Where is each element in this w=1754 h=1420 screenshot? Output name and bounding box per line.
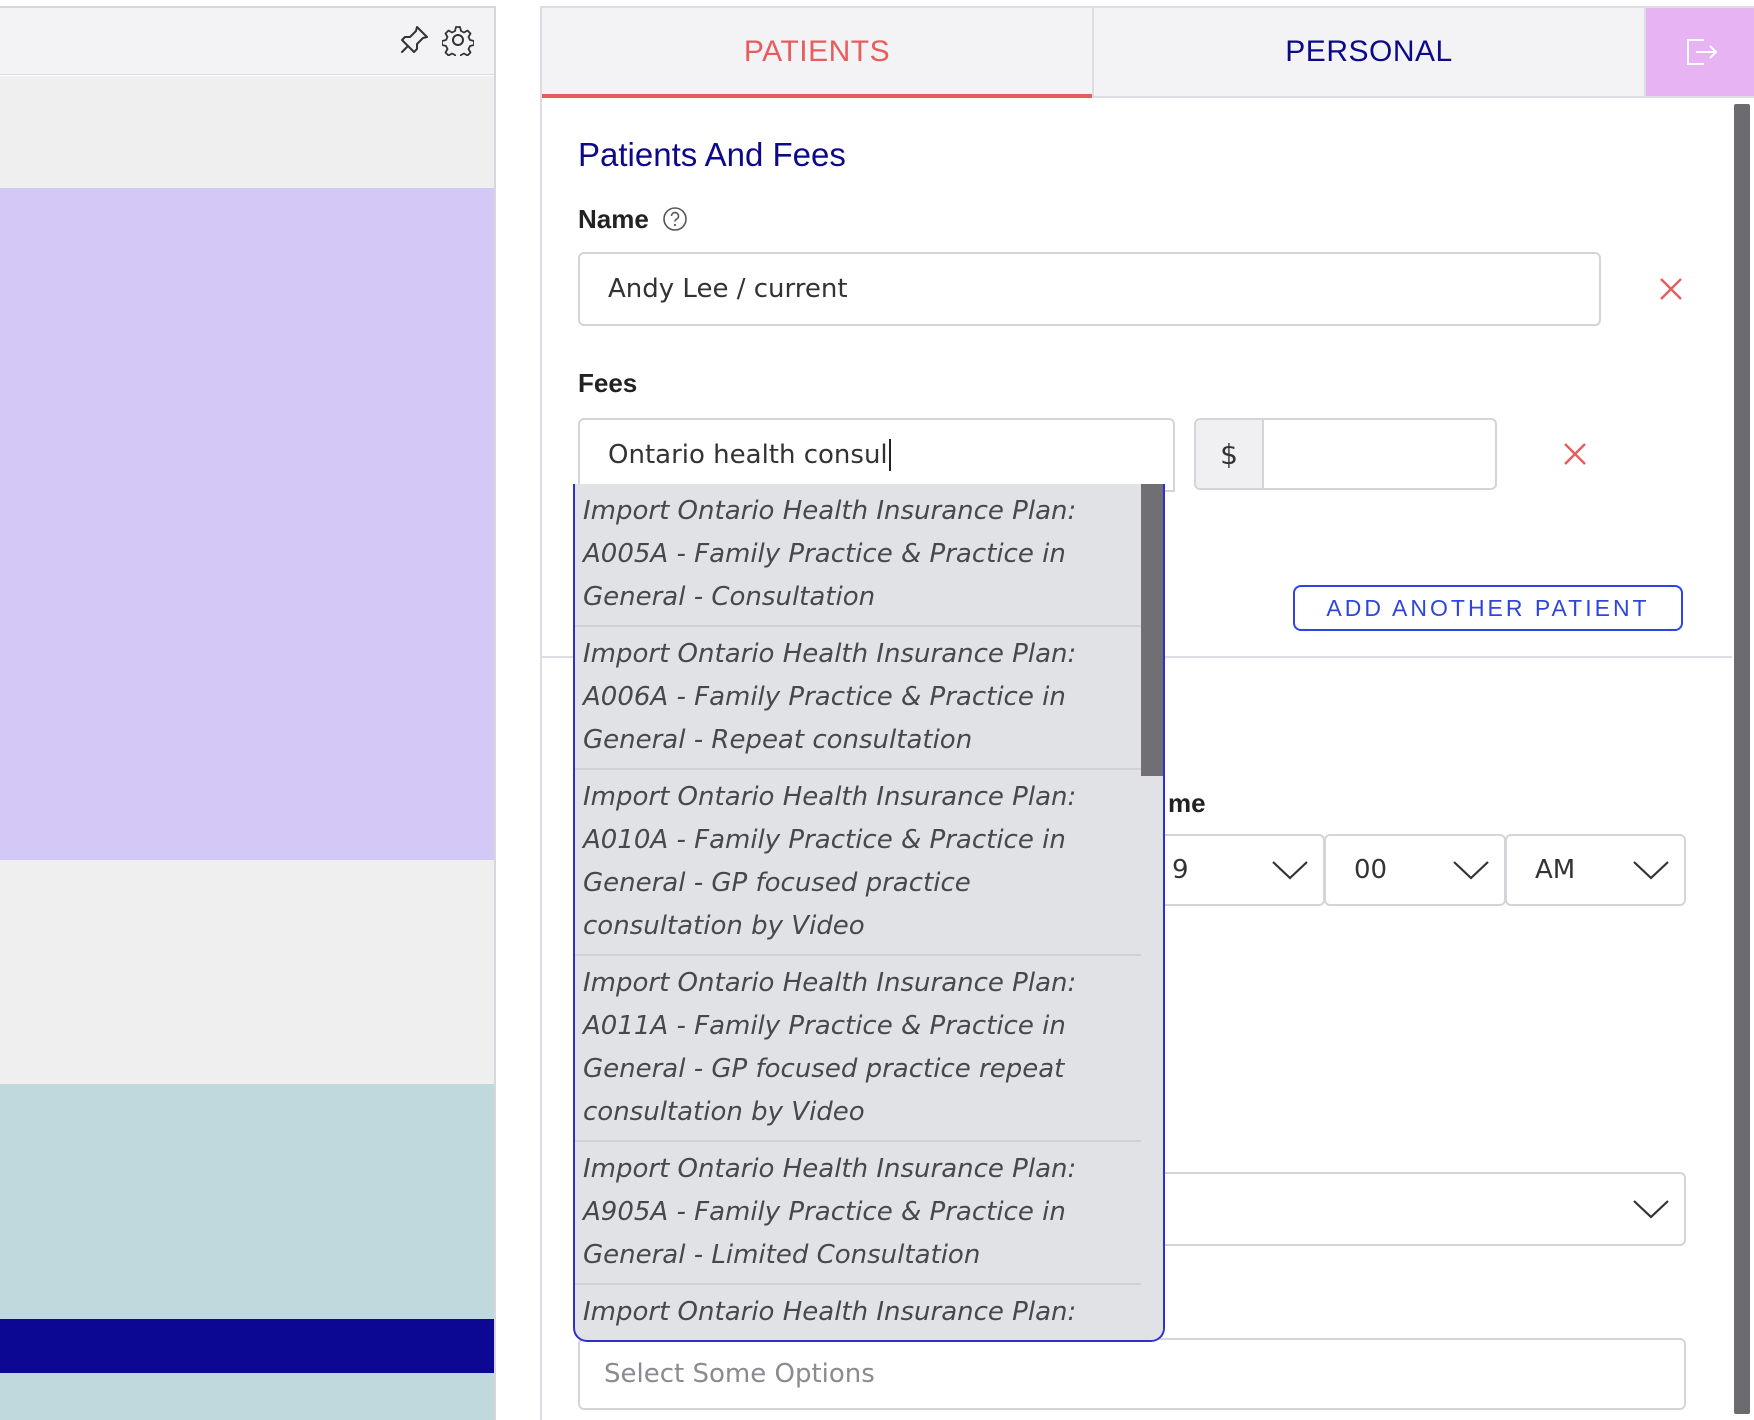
logout-icon xyxy=(1687,39,1718,65)
fee-option[interactable]: Import Ontario Health Insurance Plan: xyxy=(575,1285,1143,1340)
hour-select-value: 9 xyxy=(1172,855,1189,885)
chevron-down-icon xyxy=(1633,1200,1669,1219)
ampm-select-value: AM xyxy=(1535,855,1576,885)
fee-option[interactable]: Import Ontario Health Insurance Plan: A0… xyxy=(575,770,1143,956)
chevron-down-icon xyxy=(1633,861,1669,880)
name-input-value: Andy Lee / current xyxy=(608,274,848,304)
current-time-bar xyxy=(0,1319,494,1373)
multi-select-input[interactable]: Select Some Options xyxy=(578,1338,1686,1410)
appointment-block[interactable] xyxy=(0,636,494,693)
time-slot[interactable] xyxy=(0,1028,494,1085)
appointment-block[interactable] xyxy=(0,1373,494,1420)
logout-button[interactable] xyxy=(1644,8,1754,96)
fees-label: Fees xyxy=(578,368,638,398)
fee-option[interactable]: Import Ontario Health Insurance Plan: A0… xyxy=(575,484,1143,627)
text-caret xyxy=(888,439,891,471)
fee-option-list: Import Ontario Health Insurance Plan: A0… xyxy=(575,484,1143,1340)
time-slot[interactable] xyxy=(0,132,494,189)
time-slot[interactable] xyxy=(0,972,494,1029)
time-slot[interactable] xyxy=(0,76,494,133)
appointment-block[interactable] xyxy=(0,188,494,245)
appointment-block[interactable] xyxy=(0,468,494,525)
fee-search-input[interactable]: Ontario health consul xyxy=(578,418,1175,492)
tab-personal[interactable]: PERSONAL xyxy=(1094,8,1644,96)
appointment-block[interactable] xyxy=(0,1084,494,1320)
appointment-block[interactable] xyxy=(0,804,494,861)
calendar-header xyxy=(0,8,494,75)
appointment-block[interactable] xyxy=(0,244,494,301)
section-title: Patients And Fees xyxy=(578,136,846,173)
close-icon[interactable] xyxy=(1562,441,1588,467)
currency-prefix: $ xyxy=(1196,420,1264,488)
hour-select[interactable]: 9 xyxy=(1142,834,1325,906)
name-input[interactable]: Andy Lee / current xyxy=(578,252,1601,326)
tab-bar: PATIENTS PERSONAL xyxy=(542,8,1754,98)
time-slot[interactable] xyxy=(0,916,494,973)
chevron-down-icon xyxy=(1453,861,1489,880)
calendar-panel xyxy=(0,6,496,1420)
appointment-block[interactable] xyxy=(0,300,494,357)
appointment-block[interactable] xyxy=(0,356,494,413)
minute-select[interactable]: 00 xyxy=(1324,834,1506,906)
dropdown-scrollbar[interactable] xyxy=(1141,484,1163,1340)
add-another-patient-button[interactable]: ADD ANOTHER PATIENT xyxy=(1293,585,1683,631)
appointment-block[interactable] xyxy=(0,412,494,469)
chevron-down-icon xyxy=(1272,861,1308,880)
dropdown-select[interactable] xyxy=(1142,1172,1686,1246)
help-icon[interactable] xyxy=(662,206,688,232)
fee-search-value: Ontario health consul xyxy=(608,440,888,470)
form-scrollbar-thumb[interactable] xyxy=(1734,104,1750,1414)
fee-autocomplete-dropdown[interactable]: Import Ontario Health Insurance Plan: A0… xyxy=(573,484,1165,1342)
fee-amount-field[interactable]: $ xyxy=(1194,418,1497,490)
close-icon[interactable] xyxy=(1658,276,1684,302)
appointment-block[interactable] xyxy=(0,692,494,749)
time-slot[interactable] xyxy=(0,860,494,917)
appointment-block[interactable] xyxy=(0,580,494,637)
pin-icon[interactable] xyxy=(398,24,430,56)
time-label: me xyxy=(1168,788,1206,818)
fee-option[interactable]: Import Ontario Health Insurance Plan: A0… xyxy=(575,627,1143,770)
gear-icon[interactable] xyxy=(442,24,474,56)
appointment-block[interactable] xyxy=(0,748,494,805)
minute-select-value: 00 xyxy=(1354,855,1388,885)
ampm-select[interactable]: AM xyxy=(1505,834,1686,906)
appointment-block[interactable] xyxy=(0,524,494,581)
name-label: Name xyxy=(578,204,649,234)
dropdown-scrollbar-thumb[interactable] xyxy=(1141,484,1163,776)
tab-patients[interactable]: PATIENTS xyxy=(542,8,1094,98)
multi-select-placeholder: Select Some Options xyxy=(604,1359,875,1389)
fee-option[interactable]: Import Ontario Health Insurance Plan: A9… xyxy=(575,1142,1143,1285)
fee-option[interactable]: Import Ontario Health Insurance Plan: A0… xyxy=(575,956,1143,1142)
